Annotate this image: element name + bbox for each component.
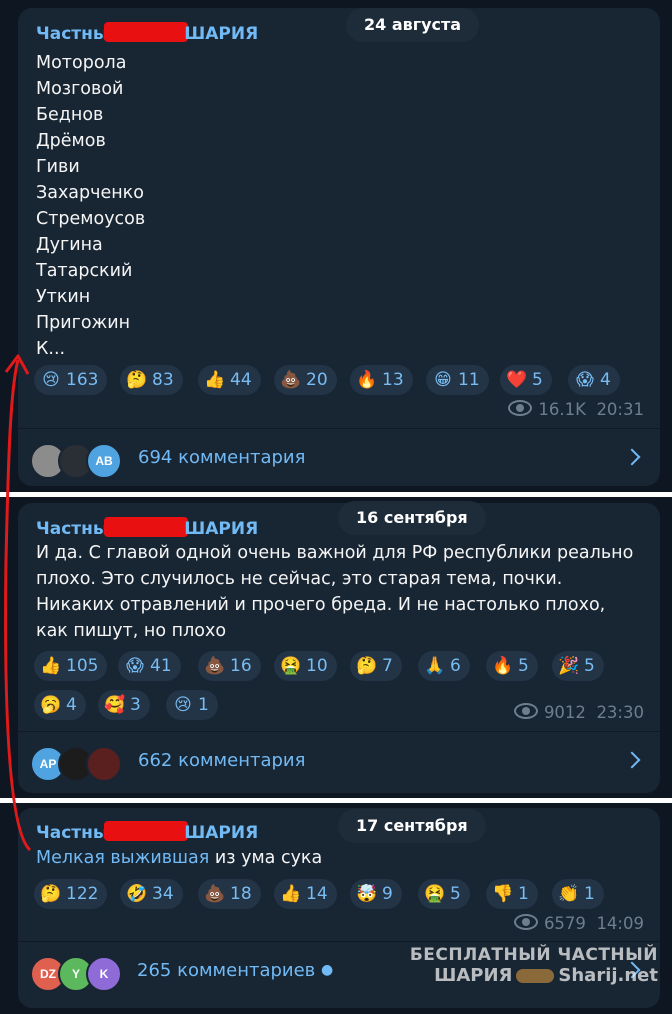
arrow-line	[4, 359, 32, 852]
annotation-arrow	[4, 354, 32, 852]
